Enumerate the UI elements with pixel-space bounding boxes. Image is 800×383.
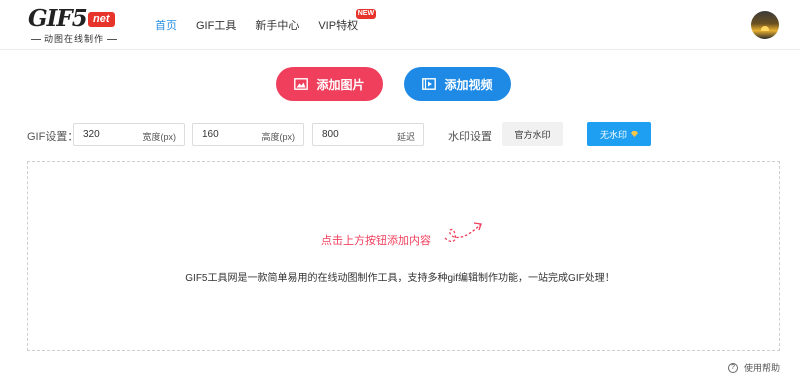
height-input[interactable]: 160 高度(px): [192, 123, 304, 146]
content-dropzone[interactable]: [27, 161, 780, 351]
logo-subtitle: 动图在线制作: [28, 32, 120, 45]
user-avatar[interactable]: [751, 11, 779, 39]
vip-gem-icon: [631, 131, 638, 137]
main-nav: 首页 GIF工具 新手中心 VIP特权 NEW: [155, 9, 377, 33]
new-badge: NEW: [355, 9, 377, 19]
tool-description: GIF5工具网是一款简单易用的在线动图制作工具，支持多种gif编辑制作功能，一站…: [185, 273, 615, 284]
nav-gif-tools[interactable]: GIF工具: [196, 17, 236, 33]
add-video-label: 添加视频: [444, 77, 493, 92]
video-icon: [422, 78, 437, 90]
add-image-label: 添加图片: [316, 77, 365, 92]
curly-arrow-icon: [444, 222, 482, 243]
nav-home[interactable]: 首页: [155, 17, 177, 33]
help-label: 使用帮助: [744, 363, 781, 373]
no-watermark-button[interactable]: 无水印: [587, 122, 651, 146]
height-value: 160: [202, 129, 219, 140]
nav-beginner-center[interactable]: 新手中心: [255, 17, 299, 33]
delay-unit: 延迟: [396, 132, 415, 142]
width-value: 320: [83, 129, 100, 140]
nav-vip[interactable]: VIP特权 NEW: [318, 9, 377, 33]
add-video-button[interactable]: 添加视频: [404, 67, 511, 101]
logo-text: GIF5.: [28, 5, 95, 32]
site-logo[interactable]: GIF5. net 动图在线制作: [28, 6, 124, 44]
site-header: GIF5. net 动图在线制作 首页 GIF工具 新手中心 VIP特权 NEW: [0, 0, 800, 50]
add-image-button[interactable]: 添加图片: [276, 67, 383, 101]
watermark-settings-label: 水印设置: [448, 131, 492, 143]
delay-input[interactable]: 800 延迟: [312, 123, 424, 146]
help-link[interactable]: ? 使用帮助: [728, 361, 780, 374]
question-icon: ?: [728, 362, 738, 373]
official-watermark-button[interactable]: 官方水印: [502, 122, 563, 146]
gif-settings-label: GIF设置：: [27, 131, 79, 143]
delay-value: 800: [322, 129, 339, 140]
width-unit: 宽度(px): [142, 132, 177, 142]
add-content-hint: 点击上方按钮添加内容: [321, 235, 431, 247]
logo-net-badge: net: [88, 12, 115, 27]
height-unit: 高度(px): [261, 132, 296, 142]
width-input[interactable]: 320 宽度(px): [73, 123, 185, 146]
image-icon: [294, 78, 309, 90]
nav-vip-label: VIP特权: [318, 20, 359, 32]
no-watermark-label: 无水印: [599, 129, 627, 140]
